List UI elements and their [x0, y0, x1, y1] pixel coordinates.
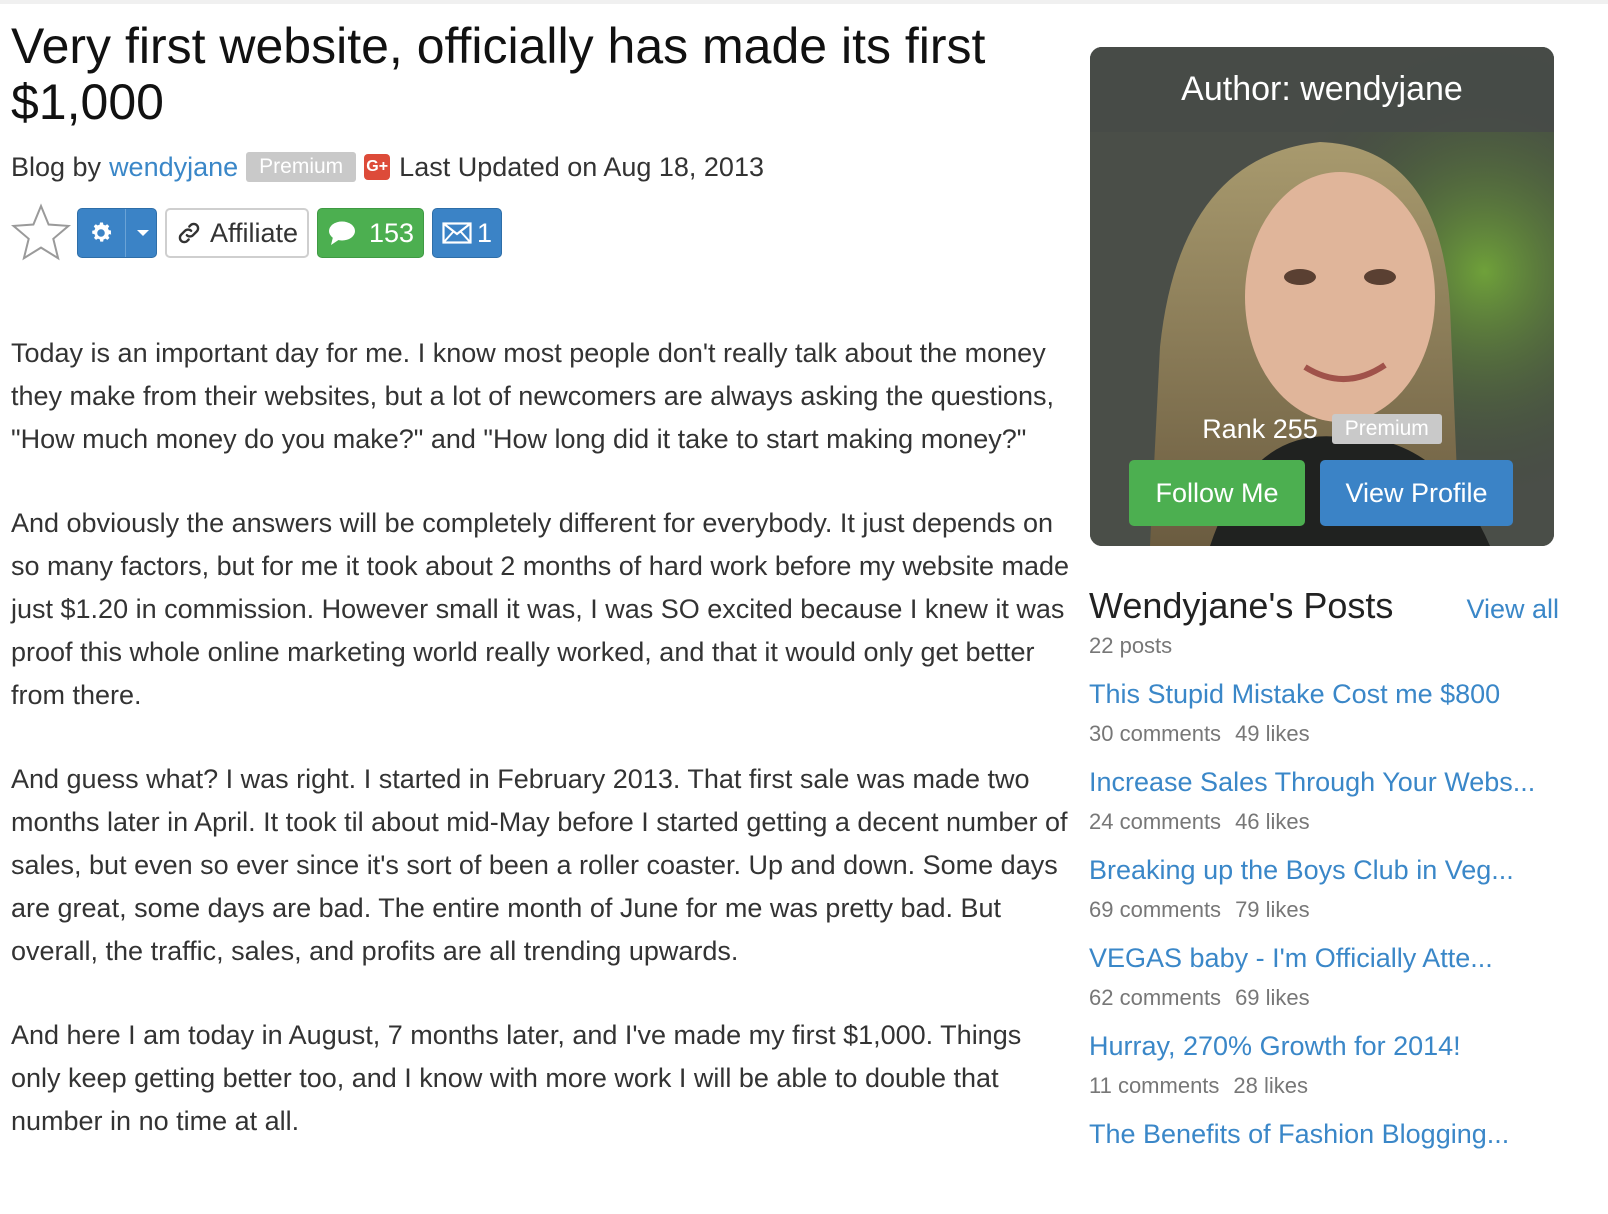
post-likes: 49 likes [1235, 721, 1310, 746]
post-likes: 69 likes [1235, 985, 1310, 1010]
article-paragraph: And here I am today in August, 7 months … [11, 1020, 1022, 1136]
post-link[interactable]: Breaking up the Boys Club in Veg... [1089, 855, 1559, 886]
article-body: Today is an important day for me. I know… [11, 332, 1071, 1143]
author-card-heading: Author: wendyjane [1090, 47, 1554, 132]
messages-count: 1 [476, 217, 493, 248]
list-item: Breaking up the Boys Club in Veg... 69 c… [1089, 855, 1559, 923]
list-item: The Benefits of Fashion Blogging... [1089, 1119, 1559, 1150]
last-updated: Last Updated on Aug 18, 2013 [399, 152, 764, 182]
post-link[interactable]: The Benefits of Fashion Blogging... [1089, 1119, 1559, 1150]
post-link[interactable]: Hurray, 270% Growth for 2014! [1089, 1031, 1559, 1062]
author-posts: Wendyjane's Posts View all 22 posts This… [1089, 585, 1559, 1150]
google-plus-icon[interactable]: G+ [364, 154, 391, 180]
list-item: This Stupid Mistake Cost me $800 30 comm… [1089, 679, 1559, 747]
post-link[interactable]: VEGAS baby - I'm Officially Atte... [1089, 943, 1559, 974]
star-icon[interactable] [11, 203, 71, 263]
comments-button[interactable]: 153 [317, 208, 424, 258]
author-rank-row: Rank 255 Premium [1090, 409, 1554, 449]
envelope-icon [442, 222, 472, 244]
article-paragraph: Today is an important day for me. I know… [11, 338, 1054, 454]
post-link[interactable]: This Stupid Mistake Cost me $800 [1089, 679, 1559, 710]
settings-dropdown-button[interactable] [77, 208, 157, 258]
post-toolbar: Affiliate 153 1 [11, 203, 1071, 263]
affiliate-button[interactable]: Affiliate [165, 208, 309, 258]
caret-down-icon [137, 230, 149, 236]
post-comments: 24 comments [1089, 809, 1222, 834]
list-item: Increase Sales Through Your Webs... 24 c… [1089, 767, 1559, 835]
post-likes: 46 likes [1235, 809, 1310, 834]
author-link[interactable]: wendyjane [109, 150, 238, 184]
post-meta: Blog by wendyjane Premium G+ Last Update… [11, 150, 1071, 184]
posts-header: Wendyjane's Posts View all [1089, 585, 1559, 627]
top-border [0, 0, 1608, 4]
post-stats: 69 comments 79 likes [1089, 897, 1559, 923]
list-item: VEGAS baby - I'm Officially Atte... 62 c… [1089, 943, 1559, 1011]
posts-count: 22 posts [1089, 633, 1173, 658]
link-icon [178, 222, 200, 244]
post-stats: 24 comments 46 likes [1089, 809, 1559, 835]
post-comments: 11 comments [1089, 1073, 1220, 1098]
post-stats: 30 comments 49 likes [1089, 721, 1559, 747]
article-paragraph: And obviously the answers will be comple… [11, 508, 1069, 710]
list-item: Hurray, 270% Growth for 2014! 11 comment… [1089, 1031, 1559, 1099]
post-likes: 79 likes [1235, 897, 1310, 922]
author-rank: Rank 255 [1202, 413, 1318, 444]
comment-icon [328, 221, 355, 245]
comments-count: 153 [368, 217, 415, 248]
gear-icon [92, 222, 112, 242]
author-card: Author: wendyjane Rank 255 Premium Follo… [1090, 47, 1554, 546]
blog-by-label: Blog by [11, 152, 102, 182]
post-stats: 62 comments 69 likes [1089, 985, 1559, 1011]
post-comments: 62 comments [1089, 985, 1222, 1010]
article-paragraph: And guess what? I was right. I started i… [11, 764, 1068, 966]
post-title: Very first website, officially has made … [11, 18, 986, 130]
post-likes: 28 likes [1233, 1073, 1309, 1098]
post-comments: 30 comments [1089, 721, 1222, 746]
post-stats: 11 comments 28 likes [1089, 1073, 1559, 1099]
posts-title: Wendyjane's Posts [1089, 585, 1394, 626]
post-main: Very first website, officially has made … [11, 18, 1071, 1184]
view-all-link[interactable]: View all [1466, 594, 1559, 625]
follow-me-button[interactable]: Follow Me [1129, 460, 1305, 526]
messages-button[interactable]: 1 [432, 208, 502, 258]
premium-badge: Premium [246, 152, 357, 182]
post-comments: 69 comments [1089, 897, 1222, 922]
premium-badge: Premium [1331, 414, 1442, 444]
view-profile-button[interactable]: View Profile [1320, 460, 1513, 526]
dropdown-separator [125, 209, 126, 257]
affiliate-label: Affiliate [209, 217, 299, 248]
post-link[interactable]: Increase Sales Through Your Webs... [1089, 767, 1559, 798]
